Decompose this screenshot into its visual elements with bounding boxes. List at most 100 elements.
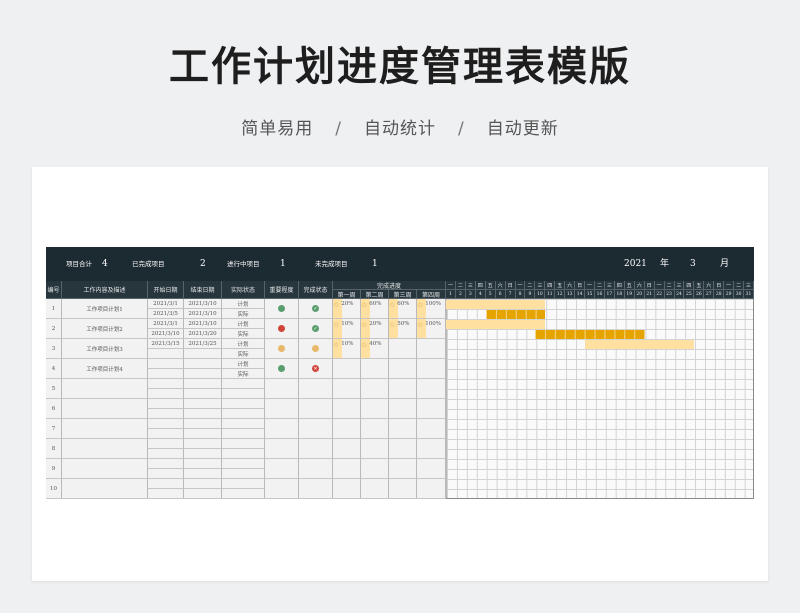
row-done-status[interactable] <box>299 399 333 419</box>
year-unit: 年 <box>660 259 670 269</box>
row-done-status[interactable] <box>299 439 333 459</box>
row-actual-start[interactable]: 2021/3/5 <box>148 309 184 319</box>
col-header-day: 15 <box>585 290 596 299</box>
row-plan-end[interactable] <box>184 459 222 469</box>
row-plan-start[interactable]: 2021/3/1 <box>148 319 184 329</box>
row-plan-start[interactable]: 2021/3/15 <box>148 339 184 349</box>
row-content[interactable] <box>62 399 148 419</box>
row-actual-end[interactable] <box>184 369 222 379</box>
row-actual-start[interactable] <box>148 489 184 499</box>
row-actual-start[interactable] <box>148 449 184 459</box>
row-content[interactable] <box>62 479 148 499</box>
col-header-content: 工作内容及描述 <box>62 281 148 299</box>
col-header-weekday: 二 <box>595 281 605 290</box>
row-plan-end[interactable] <box>184 359 222 369</box>
row-actual-end[interactable] <box>184 409 222 419</box>
row-plan-end[interactable] <box>184 399 222 409</box>
row-week-progress <box>333 479 361 499</box>
row-number: 1 <box>46 299 62 319</box>
row-actual-start[interactable] <box>148 389 184 399</box>
row-content[interactable]: 工作项目计划4 <box>62 359 148 379</box>
col-header-day: 19 <box>624 290 635 299</box>
row-plan-start[interactable] <box>148 479 184 489</box>
row-importance[interactable] <box>265 379 299 399</box>
row-done-status[interactable]: ✓ <box>299 299 333 319</box>
col-header-weekday: 一 <box>515 281 526 290</box>
row-plan-end[interactable]: 2021/3/25 <box>184 339 222 349</box>
row-plan-label: 计划 <box>222 359 265 369</box>
row-actual-start[interactable] <box>148 409 184 419</box>
row-done-status[interactable] <box>299 419 333 439</box>
row-week-progress <box>389 359 417 379</box>
row-importance[interactable] <box>265 439 299 459</box>
row-number: 8 <box>46 439 62 459</box>
row-actual-end[interactable] <box>184 449 222 459</box>
row-number: 3 <box>46 339 62 359</box>
row-plan-end[interactable]: 2021/3/10 <box>184 319 222 329</box>
row-done-status[interactable] <box>299 479 333 499</box>
row-plan-end[interactable] <box>184 379 222 389</box>
row-plan-end[interactable] <box>184 479 222 489</box>
row-importance[interactable] <box>265 359 299 379</box>
tag-easy: 简单易用 <box>241 119 314 139</box>
row-actual-label <box>222 449 265 459</box>
tag-separator: / <box>458 119 465 139</box>
row-content[interactable] <box>62 419 148 439</box>
row-actual-start[interactable] <box>148 349 184 359</box>
row-importance[interactable] <box>265 319 299 339</box>
row-plan-start[interactable] <box>148 379 184 389</box>
row-content[interactable]: 工作项目计划2 <box>62 319 148 339</box>
row-content[interactable]: 工作项目计划3 <box>62 339 148 359</box>
row-plan-end[interactable] <box>184 439 222 449</box>
row-actual-label: 实际 <box>222 349 265 359</box>
row-importance[interactable] <box>265 419 299 439</box>
row-done-status[interactable] <box>299 379 333 399</box>
row-importance[interactable] <box>265 399 299 419</box>
row-content[interactable]: 工作项目计划1 <box>62 299 148 319</box>
row-content[interactable] <box>62 379 148 399</box>
row-plan-label <box>222 419 265 429</box>
row-actual-start[interactable] <box>148 469 184 479</box>
row-actual-end[interactable]: 2021/3/10 <box>184 309 222 319</box>
row-plan-start[interactable] <box>148 439 184 449</box>
col-header-weekday: 一 <box>654 281 665 290</box>
todo-label: 未完成项目 <box>315 260 348 268</box>
row-plan-start[interactable] <box>148 399 184 409</box>
row-content[interactable] <box>62 439 148 459</box>
row-actual-start[interactable]: 2021/3/10 <box>148 329 184 339</box>
col-header-day: 13 <box>565 290 576 299</box>
row-done-status[interactable] <box>299 339 333 359</box>
check-icon: ✓ <box>312 325 319 332</box>
row-content[interactable] <box>62 459 148 479</box>
star-icon: ☆ <box>361 341 368 349</box>
row-plan-start[interactable]: 2021/3/1 <box>148 299 184 309</box>
row-plan-start[interactable] <box>148 359 184 369</box>
row-importance[interactable] <box>265 459 299 479</box>
summary-bar: 项目合计 4 已完成项目 2 进行中项目 1 未完成项目 1 2021 年 3 … <box>46 247 754 281</box>
row-number: 2 <box>46 319 62 339</box>
row-actual-end[interactable] <box>184 489 222 499</box>
row-actual-end[interactable] <box>184 469 222 479</box>
star-icon: ☆ <box>361 321 368 329</box>
row-done-status[interactable]: ✕ <box>299 359 333 379</box>
row-actual-start[interactable] <box>148 429 184 439</box>
row-actual-end[interactable] <box>184 429 222 439</box>
row-plan-end[interactable]: 2021/3/10 <box>184 299 222 309</box>
col-header-weekday: 日 <box>644 281 655 290</box>
row-importance[interactable] <box>265 479 299 499</box>
row-plan-end[interactable] <box>184 419 222 429</box>
row-importance[interactable] <box>265 339 299 359</box>
row-done-status[interactable]: ✓ <box>299 319 333 339</box>
row-plan-start[interactable] <box>148 459 184 469</box>
row-actual-end[interactable]: 2021/3/20 <box>184 329 222 339</box>
row-week-progress: ☆ 60% <box>361 299 389 319</box>
row-importance[interactable] <box>265 299 299 319</box>
col-header-day: 27 <box>704 290 715 299</box>
row-done-status[interactable] <box>299 459 333 479</box>
col-header-day: 4 <box>475 290 486 299</box>
row-actual-end[interactable] <box>184 349 222 359</box>
row-week-progress <box>333 359 361 379</box>
row-actual-end[interactable] <box>184 389 222 399</box>
row-actual-start[interactable] <box>148 369 184 379</box>
row-plan-start[interactable] <box>148 419 184 429</box>
